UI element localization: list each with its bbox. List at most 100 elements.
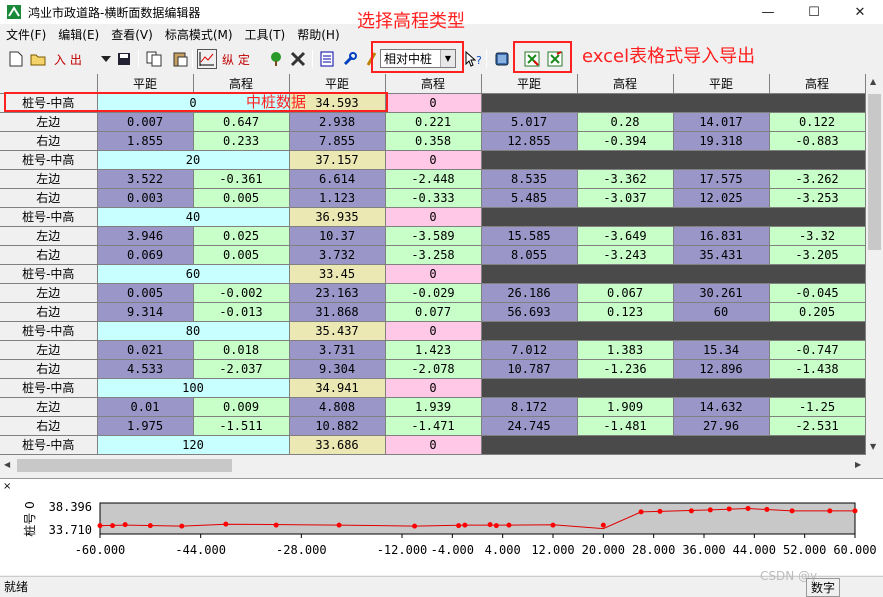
data-cell[interactable]: -3.253 [769,188,866,208]
row-header-right[interactable]: 右边 [0,245,98,265]
data-cell[interactable]: 0.122 [769,112,866,132]
data-cell[interactable]: -1.511 [193,416,290,436]
data-cell[interactable]: 0.025 [193,226,290,246]
data-cell[interactable]: -0.333 [385,188,482,208]
data-cell[interactable]: 19.318 [673,131,770,151]
row-header-center[interactable]: 桩号-中高 [0,264,98,284]
data-cell[interactable]: 0.067 [577,283,674,303]
close-button[interactable]: ✕ [837,0,883,24]
wrench-icon[interactable] [340,49,360,69]
menu-elevation-mode[interactable]: 标高模式(M) [159,26,233,44]
menu-view[interactable]: 查看(V) [105,26,153,44]
data-cell[interactable]: 14.632 [673,397,770,417]
data-cell[interactable]: 8.055 [481,245,578,265]
center-elev-cell[interactable]: 0 [385,93,482,113]
row-header-right[interactable]: 右边 [0,302,98,322]
new-file-icon[interactable] [6,49,26,69]
data-cell[interactable]: 0.28 [577,112,674,132]
data-cell[interactable]: -0.747 [769,340,866,360]
database-icon[interactable] [492,49,512,69]
data-cell[interactable]: 7.855 [289,131,386,151]
data-cell[interactable]: 0.069 [97,245,194,265]
data-cell[interactable]: 24.745 [481,416,578,436]
data-cell[interactable]: 30.261 [673,283,770,303]
pane-close-icon[interactable]: × [3,481,11,492]
center-elev-cell[interactable]: 0 [385,150,482,170]
data-cell[interactable]: 5.485 [481,188,578,208]
data-cell[interactable]: 31.868 [289,302,386,322]
data-cell[interactable]: 1.939 [385,397,482,417]
data-cell[interactable]: 0.233 [193,131,290,151]
data-cell[interactable]: 16.831 [673,226,770,246]
center-elev-cell[interactable]: 0 [385,321,482,341]
data-cell[interactable]: -0.045 [769,283,866,303]
data-cell[interactable]: 12.025 [673,188,770,208]
data-cell[interactable]: -3.362 [577,169,674,189]
station-cell[interactable]: 40 [97,207,290,227]
station-cell[interactable]: 80 [97,321,290,341]
data-cell[interactable]: -3.32 [769,226,866,246]
data-cell[interactable]: 0.007 [97,112,194,132]
data-cell[interactable]: -0.002 [193,283,290,303]
row-header-left[interactable]: 左边 [0,169,98,189]
tools-icon[interactable] [288,49,308,69]
column-header[interactable]: 平距 [481,74,578,94]
scroll-down-icon[interactable]: ▼ [870,442,876,451]
row-header-right[interactable]: 右边 [0,188,98,208]
data-cell[interactable]: 0.018 [193,340,290,360]
column-header[interactable]: 平距 [289,74,386,94]
dropdown-arrow-icon[interactable] [96,49,116,69]
horizontal-scroll-thumb[interactable] [17,459,232,472]
data-cell[interactable]: 2.938 [289,112,386,132]
row-header-right[interactable]: 右边 [0,416,98,436]
data-cell[interactable]: 0.358 [385,131,482,151]
data-cell[interactable]: 26.186 [481,283,578,303]
data-cell[interactable]: 0.005 [193,245,290,265]
station-cell[interactable]: 60 [97,264,290,284]
data-cell[interactable]: 5.017 [481,112,578,132]
data-cell[interactable]: 23.163 [289,283,386,303]
data-cell[interactable]: -0.361 [193,169,290,189]
center-elev-cell[interactable]: 0 [385,264,482,284]
data-cell[interactable]: 3.731 [289,340,386,360]
tree-icon[interactable] [266,49,286,69]
save-icon[interactable] [114,49,134,69]
row-header-center[interactable]: 桩号-中高 [0,207,98,227]
horizontal-scrollbar[interactable]: ◀ ▶ [0,457,866,474]
data-cell[interactable]: 10.37 [289,226,386,246]
center-dist-cell[interactable]: 35.437 [289,321,386,341]
data-cell[interactable]: 56.693 [481,302,578,322]
station-cell[interactable]: 100 [97,378,290,398]
column-header[interactable]: 高程 [577,74,674,94]
data-cell[interactable]: -0.883 [769,131,866,151]
row-header-center[interactable]: 桩号-中高 [0,321,98,341]
data-cell[interactable]: 12.896 [673,359,770,379]
data-cell[interactable]: 35.431 [673,245,770,265]
data-cell[interactable]: 0.647 [193,112,290,132]
data-cell[interactable]: 1.383 [577,340,674,360]
data-cell[interactable]: 6.614 [289,169,386,189]
scroll-up-icon[interactable]: ▲ [870,77,876,86]
paste-icon[interactable] [170,49,190,69]
row-header-left[interactable]: 左边 [0,397,98,417]
column-header[interactable]: 高程 [769,74,866,94]
data-cell[interactable]: -2.448 [385,169,482,189]
column-header[interactable]: 平距 [673,74,770,94]
menu-file[interactable]: 文件(F) [0,26,46,44]
vertical-scroll-thumb[interactable] [868,94,881,250]
data-cell[interactable]: 0.009 [193,397,290,417]
data-cell[interactable]: -1.471 [385,416,482,436]
data-cell[interactable]: -0.394 [577,131,674,151]
center-dist-cell[interactable]: 33.45 [289,264,386,284]
data-cell[interactable]: 1.855 [97,131,194,151]
data-cell[interactable]: -1.25 [769,397,866,417]
copy-icon[interactable] [144,49,164,69]
data-cell[interactable]: 9.304 [289,359,386,379]
center-elev-cell[interactable]: 0 [385,378,482,398]
data-cell[interactable]: 0.005 [97,283,194,303]
data-cell[interactable]: -3.205 [769,245,866,265]
data-cell[interactable]: -3.037 [577,188,674,208]
data-cell[interactable]: 4.808 [289,397,386,417]
data-cell[interactable]: 14.017 [673,112,770,132]
data-cell[interactable]: 1.909 [577,397,674,417]
